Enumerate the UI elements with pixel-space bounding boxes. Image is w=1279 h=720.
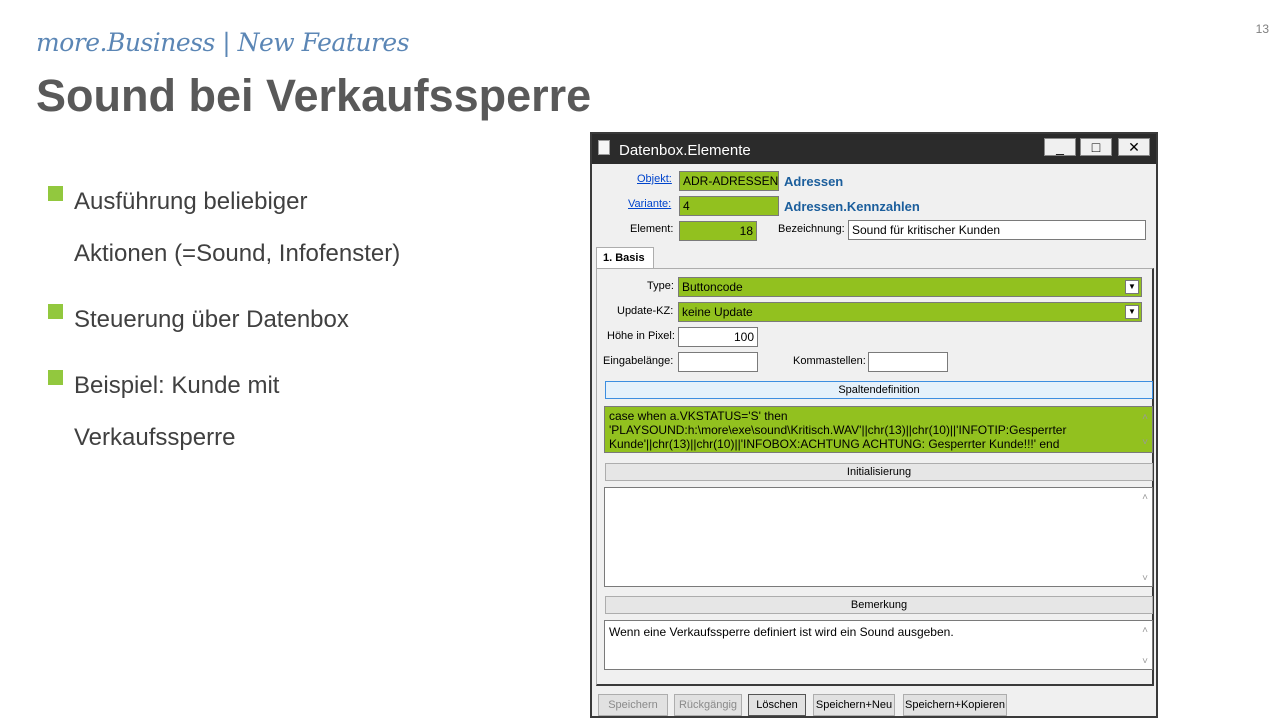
window-document-icon — [598, 140, 610, 155]
close-button[interactable]: ✕ — [1118, 138, 1150, 156]
bullet-square-icon — [48, 370, 63, 385]
variante-link[interactable]: Variante: — [628, 198, 671, 210]
initialisierung-button[interactable]: Initialisierung — [605, 463, 1153, 481]
bullet-line: Steuerung über Datenbox — [74, 306, 349, 333]
slide-title: Sound bei Verkaufssperre — [36, 70, 592, 121]
chevron-down-icon[interactable]: ▼ — [1125, 305, 1139, 319]
objekt-link[interactable]: Objekt: — [637, 173, 672, 185]
bemerkung-textarea[interactable]: Wenn eine Verkaufssperre definiert ist w… — [604, 620, 1153, 670]
initialisierung-textarea[interactable]: ˄ ˅ — [604, 487, 1153, 587]
bullet-square-icon — [48, 304, 63, 319]
update-value: keine Update — [682, 305, 753, 319]
chevron-down-icon[interactable]: ▼ — [1125, 280, 1139, 294]
spaltendefinition-button[interactable]: Spaltendefinition — [605, 381, 1153, 399]
bezeichnung-field[interactable]: Sound für kritischer Kunden — [848, 220, 1146, 240]
tab-basis[interactable]: 1. Basis — [596, 247, 654, 269]
bezeichnung-label: Bezeichnung: — [778, 223, 845, 235]
bullet-line: Aktionen (=Sound, Infofenster) — [74, 240, 401, 267]
bullet-list: Ausführung beliebiger Aktionen (=Sound, … — [48, 176, 568, 478]
type-label: Type: — [647, 280, 674, 292]
scroll-up-icon[interactable]: ˄ — [1142, 492, 1148, 503]
basis-panel: Type: Buttoncode ▼ Update-KZ: keine Upda… — [596, 268, 1154, 686]
objekt-name: Adressen — [784, 174, 844, 189]
variante-field[interactable]: 4 — [679, 196, 779, 216]
eingabe-field[interactable] — [678, 352, 758, 372]
bullet-item: Beispiel: Kunde mit Verkaufssperre — [48, 360, 568, 464]
komma-field[interactable] — [868, 352, 948, 372]
spaltendefinition-textarea[interactable]: case when a.VKSTATUS='S' then 'PLAYSOUND… — [604, 406, 1153, 453]
bemerkung-text: Wenn eine Verkaufssperre definiert ist w… — [609, 625, 954, 639]
scroll-up-icon[interactable]: ˄ — [1142, 411, 1148, 425]
minimize-button[interactable]: _ — [1044, 138, 1076, 156]
element-label: Element: — [630, 223, 674, 235]
speichern-button[interactable]: Speichern — [598, 694, 668, 716]
bemerkung-button[interactable]: Bemerkung — [605, 596, 1153, 614]
update-select[interactable]: keine Update ▼ — [678, 302, 1142, 322]
bullet-line: Ausführung beliebiger — [74, 188, 308, 215]
type-value: Buttoncode — [682, 280, 743, 294]
bullet-line: Beispiel: Kunde mit — [74, 372, 280, 399]
hoehe-label: Höhe in Pixel: — [607, 330, 675, 342]
bullet-item: Steuerung über Datenbox — [48, 294, 568, 346]
type-select[interactable]: Buttoncode ▼ — [678, 277, 1142, 297]
page-number: 13 — [1255, 22, 1269, 36]
bullet-square-icon — [48, 186, 63, 201]
loeschen-button[interactable]: Löschen — [748, 694, 806, 716]
window-title: Datenbox.Elemente — [619, 142, 751, 159]
update-label: Update-KZ: — [617, 305, 674, 317]
scroll-down-icon[interactable]: ˅ — [1142, 436, 1148, 450]
eingabe-label: Eingabelänge: — [603, 355, 674, 367]
scroll-up-icon[interactable]: ˄ — [1142, 625, 1148, 636]
maximize-button[interactable]: □ — [1080, 138, 1112, 156]
bullet-item: Ausführung beliebiger Aktionen (=Sound, … — [48, 176, 568, 280]
rueckgaengig-button[interactable]: Rückgängig — [674, 694, 742, 716]
bullet-line: Verkaufssperre — [74, 424, 236, 451]
slide-subtitle: more.Business | New Features — [36, 28, 410, 57]
speichern-kopieren-button[interactable]: Speichern+Kopieren — [903, 694, 1007, 716]
scroll-down-icon[interactable]: ˅ — [1142, 573, 1148, 584]
spaltendefinition-text: case when a.VKSTATUS='S' then 'PLAYSOUND… — [609, 409, 1067, 451]
speichern-neu-button[interactable]: Speichern+Neu — [813, 694, 895, 716]
komma-label: Kommastellen: — [793, 355, 866, 367]
datenbox-window: Datenbox.Elemente _ □ ✕ Objekt: ADR-ADRE… — [590, 132, 1158, 718]
scroll-down-icon[interactable]: ˅ — [1142, 656, 1148, 667]
window-titlebar[interactable]: Datenbox.Elemente _ □ ✕ — [592, 134, 1156, 164]
objekt-field[interactable]: ADR-ADRESSEN-B — [679, 171, 779, 191]
hoehe-field[interactable]: 100 — [678, 327, 758, 347]
variante-name: Adressen.Kennzahlen — [784, 199, 920, 214]
element-field[interactable]: 18 — [679, 221, 757, 241]
